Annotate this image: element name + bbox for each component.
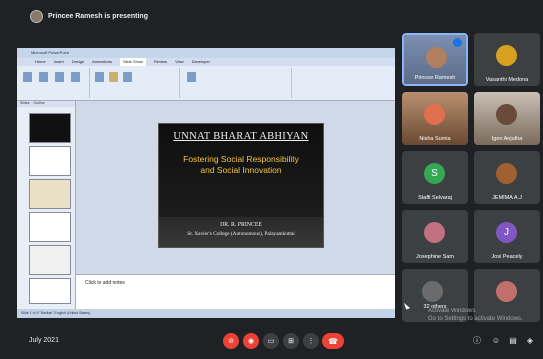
current-slide[interactable]: UNNAT BHARAT ABHIYAN Fostering Social Re… [158, 123, 324, 248]
broadcast-icon[interactable] [71, 72, 80, 82]
from-current-icon[interactable] [39, 72, 48, 82]
captions-icon[interactable]: ▭ [263, 333, 279, 349]
notes-placeholder: Click to add notes [85, 280, 125, 286]
slides-tab[interactable]: Slides [20, 101, 30, 107]
ribbon-group-setup [91, 68, 180, 98]
ppt-ribbon [17, 66, 395, 101]
mic-off-icon[interactable]: ⊘ [223, 333, 239, 349]
participant-name: Josi Peacely [491, 254, 523, 260]
participant-photo [496, 163, 517, 184]
slide-thumbnail[interactable] [29, 179, 71, 209]
ppt-status-bar: Slide 1 of 9 "Median" English (United St… [17, 309, 395, 318]
letter-avatar: S [424, 163, 445, 184]
watermark-line: Activate Windows [428, 308, 476, 314]
slides-panel: Slides Outline [17, 101, 76, 309]
chat-icon[interactable]: ▤ [508, 336, 518, 346]
rehearse-icon[interactable] [123, 72, 132, 82]
ribbon-group-monitors [181, 68, 292, 98]
ppt-tab[interactable]: Insert [54, 58, 64, 66]
slide-thumbnail[interactable] [29, 245, 71, 275]
letter-avatar: J [496, 222, 517, 243]
participant-name: Josephine Sam [416, 254, 454, 260]
participant-name: Vasanthi Medona [485, 77, 529, 83]
present-screen-icon[interactable]: ⊞ [283, 333, 299, 349]
slide-affiliation: St. Xavier's College (Autonomous), Palay… [187, 231, 295, 237]
participant-tile[interactable]: JEMIMA A.J [474, 151, 540, 204]
from-beginning-icon[interactable] [23, 72, 32, 82]
ppt-tab[interactable]: Design [72, 58, 84, 66]
activities-icon[interactable]: ◈ [525, 336, 535, 346]
participant-name: Nisha Sumia [419, 136, 451, 142]
meeting-date: July 2021 [29, 337, 59, 344]
outline-tab[interactable]: Outline [34, 101, 45, 107]
ppt-tab[interactable]: Animations [92, 58, 112, 66]
ppt-ribbon-tabs: Home Insert Design Animations Slide Show… [17, 58, 395, 66]
hide-slide-icon[interactable] [109, 72, 118, 82]
ppt-tab[interactable]: Home [35, 58, 46, 66]
notes-pane[interactable]: Click to add notes [76, 274, 395, 310]
camera-off-icon[interactable]: ◉ [243, 333, 259, 349]
custom-show-icon[interactable] [55, 72, 64, 82]
slide-thumbnail[interactable] [29, 146, 71, 176]
participant-tile[interactable]: J Josi Peacely [474, 210, 540, 263]
participant-tile[interactable]: Igen Anjutha [474, 92, 540, 145]
shared-screen: Microsoft PowerPoint Home Insert Design … [17, 48, 395, 318]
setup-icon[interactable] [95, 72, 104, 82]
top-bar: Princee Ramesh is presenting [0, 0, 543, 30]
speaking-icon [453, 38, 462, 47]
participant-tile[interactable]: Vasanthi Medona [474, 33, 540, 86]
participant-tile[interactable]: S Staffi Selvaraj [402, 151, 468, 204]
ppt-tab-active[interactable]: Slide Show [119, 58, 146, 66]
ppt-tab[interactable]: Review [154, 58, 167, 66]
slide-subtitle: Fostering Social Responsibility and Soci… [159, 154, 323, 176]
others-avatar-stack [422, 281, 443, 302]
slide-canvas: UNNAT BHARAT ABHIYAN Fostering Social Re… [76, 101, 395, 273]
participant-video [426, 47, 447, 68]
participant-photo [496, 281, 517, 302]
slide-thumbnail[interactable] [29, 278, 71, 304]
ppt-tab[interactable]: Developer [192, 58, 210, 66]
more-options-icon[interactable]: ⋮ [303, 333, 319, 349]
slide-thumbnail[interactable] [29, 212, 71, 242]
slide-subtitle-line: and Social Innovation [200, 165, 282, 175]
windows-activation-watermark: Activate Windows Go to Settings to activ… [428, 307, 523, 323]
ribbon-group-start [19, 68, 90, 98]
participant-video [424, 104, 445, 125]
people-icon[interactable]: ☺ [491, 336, 501, 346]
participant-tile[interactable]: Princee Ramesh [402, 33, 468, 86]
participant-tile[interactable]: Nisha Sumia [402, 92, 468, 145]
presenting-text: Princee Ramesh is presenting [48, 12, 148, 20]
slide-thumbnail[interactable] [29, 113, 71, 143]
slide-author: DR. R. PRINCEE [220, 222, 262, 228]
slide-title: UNNAT BHARAT ABHIYAN [173, 131, 309, 142]
slide-subtitle-line: Fostering Social Responsibility [183, 154, 299, 164]
presenter-avatar [30, 9, 43, 23]
participant-photo [424, 222, 445, 243]
participant-name: Princee Ramesh [414, 75, 456, 81]
ppt-tab[interactable]: View [175, 58, 184, 66]
ppt-title-bar: Microsoft PowerPoint [17, 48, 395, 58]
monitor-icon[interactable] [187, 72, 196, 82]
participant-tile[interactable]: Josephine Sam [402, 210, 468, 263]
presenter-chip: Princee Ramesh is presenting [30, 8, 148, 24]
participant-video [496, 104, 517, 125]
participant-name: Staffi Selvaraj [418, 195, 452, 201]
slides-panel-tabs: Slides Outline [17, 101, 75, 107]
info-icon[interactable]: ⓘ [472, 336, 482, 346]
participant-name: JEMIMA A.J [492, 195, 522, 201]
participant-photo [496, 45, 517, 66]
end-call-icon[interactable]: ☎ [322, 333, 344, 349]
participant-name: Igen Anjutha [491, 136, 523, 142]
